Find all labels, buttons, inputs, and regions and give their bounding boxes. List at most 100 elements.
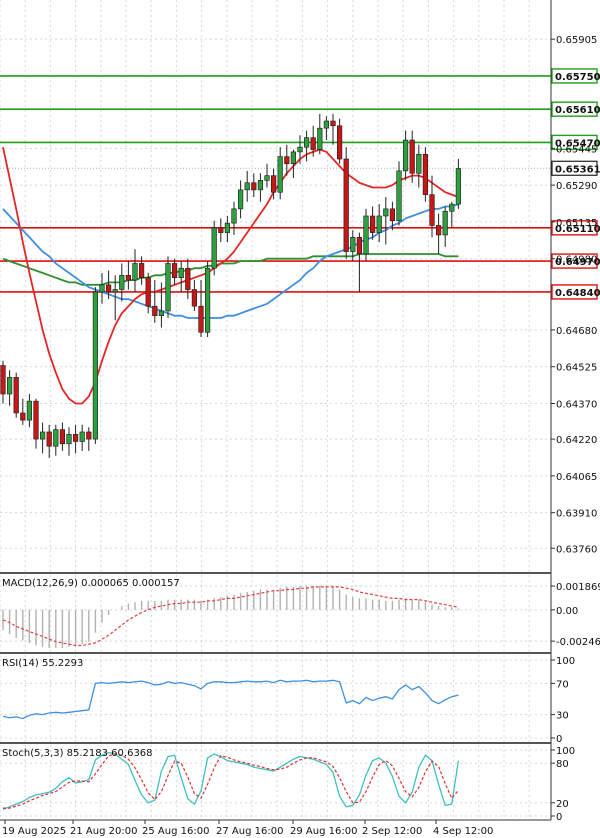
stoch-k-line	[2, 751, 460, 811]
candle-body	[152, 305, 158, 316]
candle-body	[396, 170, 402, 222]
rsi-line	[2, 679, 459, 720]
candle-body	[330, 120, 336, 127]
candle-body	[26, 400, 33, 421]
candle-body	[132, 263, 138, 281]
candle-body	[139, 263, 145, 278]
time-tick-label: 2 Sep 12:00	[362, 826, 422, 837]
candle-body	[409, 139, 415, 174]
candle-body	[422, 153, 429, 195]
stoch-tick-label: 20	[556, 799, 569, 810]
horizontal-levels[interactable]: 0.657500.656100.654700.651100.649700.648…	[0, 68, 600, 300]
candle-body	[284, 156, 290, 165]
candle-body	[455, 168, 462, 205]
candle-body	[369, 215, 376, 233]
rsi-tick-label: 30	[556, 711, 569, 722]
forex-chart[interactable]: 0.657500.656100.654700.651100.649700.648…	[0, 0, 600, 838]
candle-body	[429, 194, 435, 226]
candle-body	[59, 429, 65, 445]
candle-body	[185, 267, 191, 290]
candle-body	[317, 127, 323, 150]
candle-body	[350, 237, 356, 252]
time-tick-label: 25 Aug 16:00	[142, 826, 209, 837]
candle-body	[99, 284, 105, 293]
candle-body	[310, 137, 316, 150]
price-tick-label: 0.63760	[556, 544, 597, 555]
candle-body	[106, 284, 112, 293]
candle-body	[416, 153, 422, 174]
price-tick-label: 0.65445	[556, 144, 597, 155]
candle-body	[257, 180, 264, 191]
candle-body	[125, 275, 131, 281]
candle-body	[86, 431, 92, 440]
price-tick-label: 0.64220	[556, 435, 597, 446]
candle-body	[231, 208, 237, 224]
level-price-label: 0.65750	[555, 72, 600, 83]
panel-labels: MACD(12,26,9) 0.000065 0.000157 RSI(14) 5…	[2, 578, 180, 759]
candle-body	[79, 431, 85, 442]
candle-body	[224, 222, 231, 233]
candle-body	[53, 429, 59, 447]
candle-body	[270, 175, 277, 193]
candle-body	[205, 267, 211, 333]
candle-body	[33, 400, 39, 440]
candle-body	[20, 412, 26, 421]
candle-body	[73, 434, 79, 442]
time-tick-label: 27 Aug 16:00	[216, 826, 283, 837]
candle-body	[376, 215, 382, 233]
current-price-label: 0.65361	[555, 164, 600, 175]
rsi-label: RSI(14) 55.2293	[2, 658, 83, 669]
candle-body	[343, 158, 349, 252]
time-axis: 19 Aug 2025 21 Aug 20:00 25 Aug 16:00 27 Au…	[2, 820, 493, 837]
rsi-tick-label: 70	[556, 679, 569, 690]
macd-label: MACD(12,26,9) 0.000065 0.000157	[2, 578, 180, 589]
stoch-tick-label: 80	[556, 759, 569, 770]
candle-body	[297, 146, 303, 153]
candle-body	[383, 208, 389, 217]
candle-body	[46, 431, 52, 447]
candle-body	[119, 275, 125, 290]
price-tick-label: 0.64680	[556, 326, 597, 337]
candle-body	[198, 305, 204, 333]
moving-averages	[2, 147, 459, 405]
candle-body	[172, 263, 178, 278]
candle-body	[244, 182, 250, 191]
rsi-tick-label: 100	[556, 656, 575, 667]
candle-body	[303, 137, 310, 148]
candle-body	[178, 267, 184, 278]
time-tick-label: 19 Aug 2025	[2, 826, 66, 837]
stoch-tick-label: 100	[556, 746, 575, 757]
candle-body	[363, 215, 369, 255]
candle-body	[145, 277, 151, 307]
grid-lines	[0, 0, 551, 820]
candle-body	[218, 227, 224, 233]
level-price-label: 0.64840	[555, 288, 600, 299]
candle-body	[191, 289, 198, 307]
price-tick-label: 0.64065	[556, 472, 597, 483]
candle-body	[356, 237, 363, 255]
candle-body	[442, 210, 448, 236]
price-tick-label: 0.64525	[556, 363, 597, 374]
macd-tick-label: 0.001869	[556, 582, 600, 593]
time-tick-label: 21 Aug 20:00	[70, 826, 137, 837]
candle-body	[0, 365, 6, 395]
candle-body	[66, 434, 72, 445]
level-price-label: 0.65610	[555, 105, 600, 116]
candle-body	[402, 139, 409, 172]
macd-tick-label: 0.00	[556, 606, 578, 617]
candle-body	[251, 182, 257, 191]
candle-body	[449, 203, 455, 212]
candle-body	[158, 310, 165, 316]
price-tick-label: 0.63910	[556, 509, 597, 520]
macd-signal-line	[2, 586, 459, 647]
time-tick-label: 29 Aug 16:00	[290, 826, 357, 837]
candle-body	[323, 120, 330, 129]
candle-body	[39, 431, 46, 440]
candle-body	[277, 156, 283, 193]
price-axis: 0.65905 0.65445 0.65290 0.65135 0.64980 0.646…	[0, 0, 597, 821]
price-tick-label: 0.64980	[556, 255, 597, 266]
stoch-tick-label: 0	[556, 812, 562, 823]
price-tick-label: 0.65135	[556, 218, 597, 229]
price-tick-label: 0.64370	[556, 399, 597, 410]
candle-body	[7, 377, 13, 395]
